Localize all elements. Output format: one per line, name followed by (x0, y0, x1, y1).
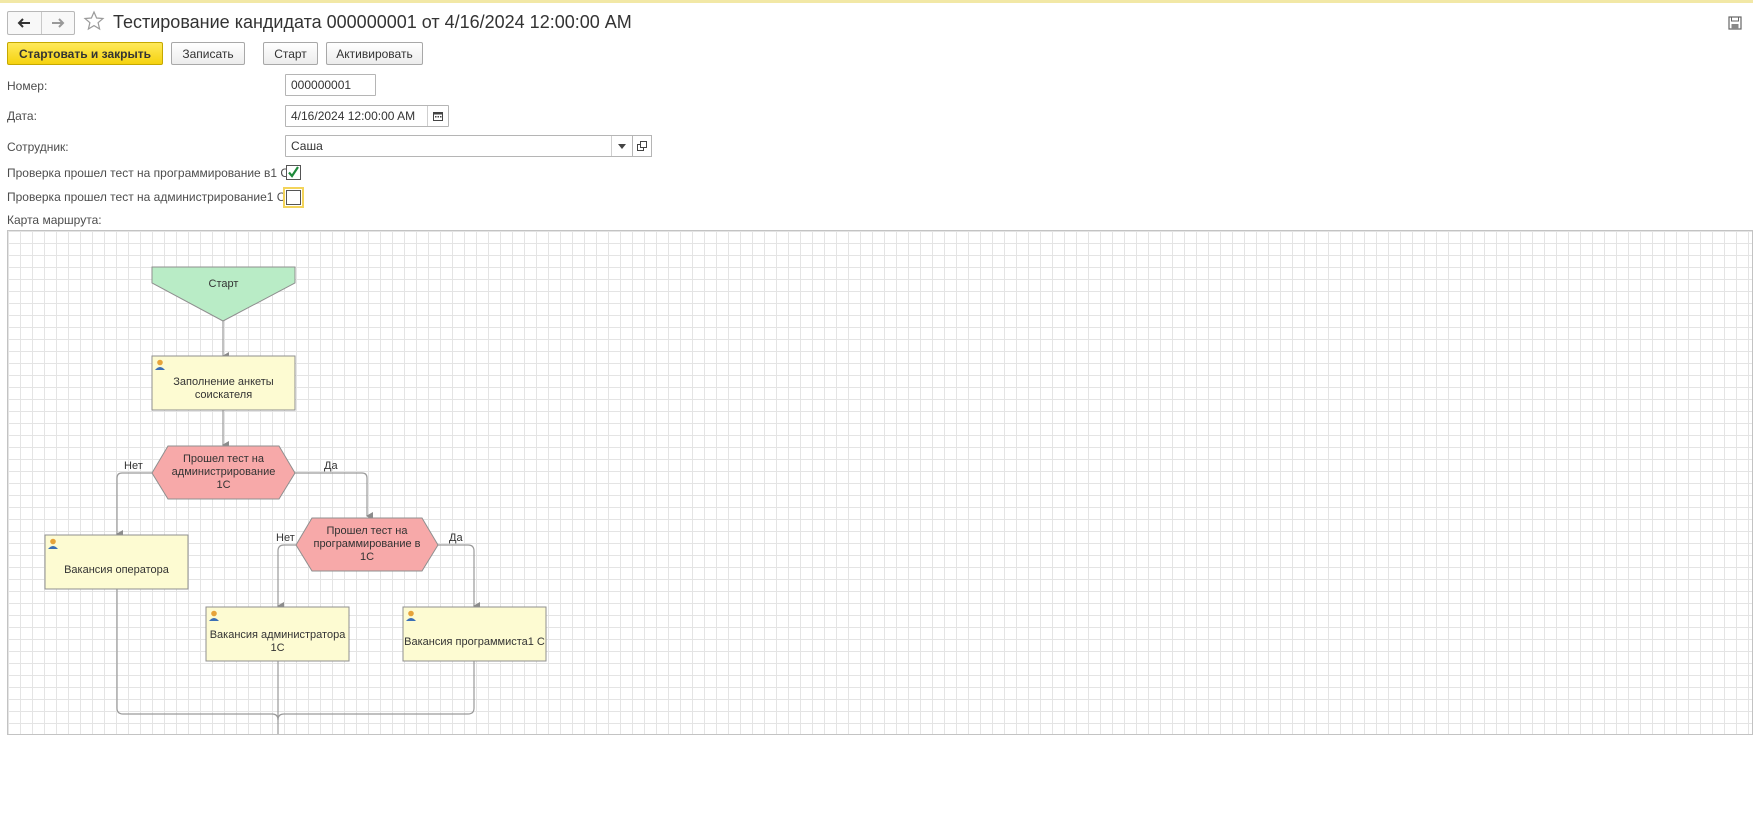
start-and-close-button[interactable]: Стартовать и закрыть (7, 42, 163, 65)
edge-cond-admin-no (116, 472, 152, 538)
number-label: Номер: (7, 79, 48, 93)
edge-label-yes-programming: Да (449, 532, 463, 544)
route-map-label: Карта маршрута: (7, 213, 102, 227)
task-programmer-label: Вакансия программиста1 С (404, 635, 545, 648)
employee-value: Саша (291, 139, 323, 153)
task-fill-form-label: Заполнение анкеты соискателя (173, 376, 274, 401)
start-button[interactable]: Старт (263, 42, 318, 65)
navigation-buttons (7, 11, 75, 35)
edge-cond-admin-yes (295, 472, 373, 520)
check-programming-checkbox[interactable] (286, 165, 301, 180)
save-disk-icon[interactable] (1728, 16, 1742, 30)
page-title: Тестирование кандидата 000000001 от 4/16… (113, 12, 632, 32)
date-value: 4/16/2024 12:00:00 AM (291, 109, 416, 123)
open-window-icon (637, 141, 647, 151)
start-node-label: Старт (208, 277, 239, 290)
arrow-left-icon (17, 18, 31, 28)
activate-button[interactable]: Активировать (326, 42, 423, 65)
check-programming-label: Проверка прошел тест на программирование… (7, 166, 293, 180)
arrow-right-icon (51, 18, 65, 28)
number-value: 000000001 (291, 78, 352, 92)
date-label: Дата: (7, 109, 37, 123)
condition-programming-label: Прошел тест на программирование в 1С (313, 525, 421, 563)
back-button[interactable] (8, 12, 41, 34)
edge-cond-prog-no (277, 544, 296, 610)
calendar-icon (433, 112, 443, 121)
check-admin-checkbox[interactable] (283, 187, 304, 208)
task-operator-label: Вакансия оператора (64, 563, 169, 576)
date-field[interactable]: 4/16/2024 12:00:00 AM (285, 105, 449, 127)
edge-cond-prog-yes (438, 544, 480, 610)
edge-label-no-admin: Нет (124, 460, 143, 472)
employee-open-button[interactable] (632, 135, 652, 157)
calendar-button[interactable] (427, 106, 448, 126)
task-admin-label: Вакансия администратора 1С (209, 629, 346, 654)
edge-programmer-down (277, 661, 475, 721)
condition-admin-label: Прошел тест на администрирование 1С (171, 453, 276, 491)
number-field[interactable]: 000000001 (285, 74, 376, 96)
favorite-star-icon[interactable] (83, 10, 105, 32)
save-button[interactable]: Записать (171, 42, 245, 65)
check-admin-label: Проверка прошел тест на администрировани… (7, 190, 289, 204)
window-top-border (0, 0, 1753, 3)
forward-button[interactable] (40, 12, 75, 34)
checkmark-icon (286, 165, 301, 180)
employee-dropdown-button[interactable] (611, 136, 632, 156)
route-map[interactable]: Старт Заполнение анкеты соискателя Проше… (7, 230, 1753, 735)
edge-label-yes-admin: Да (324, 460, 338, 472)
edge-label-no-programming: Нет (276, 532, 295, 544)
employee-label: Сотрудник: (7, 140, 69, 154)
employee-field[interactable]: Саша (285, 135, 633, 157)
dropdown-arrow-icon (618, 143, 626, 149)
